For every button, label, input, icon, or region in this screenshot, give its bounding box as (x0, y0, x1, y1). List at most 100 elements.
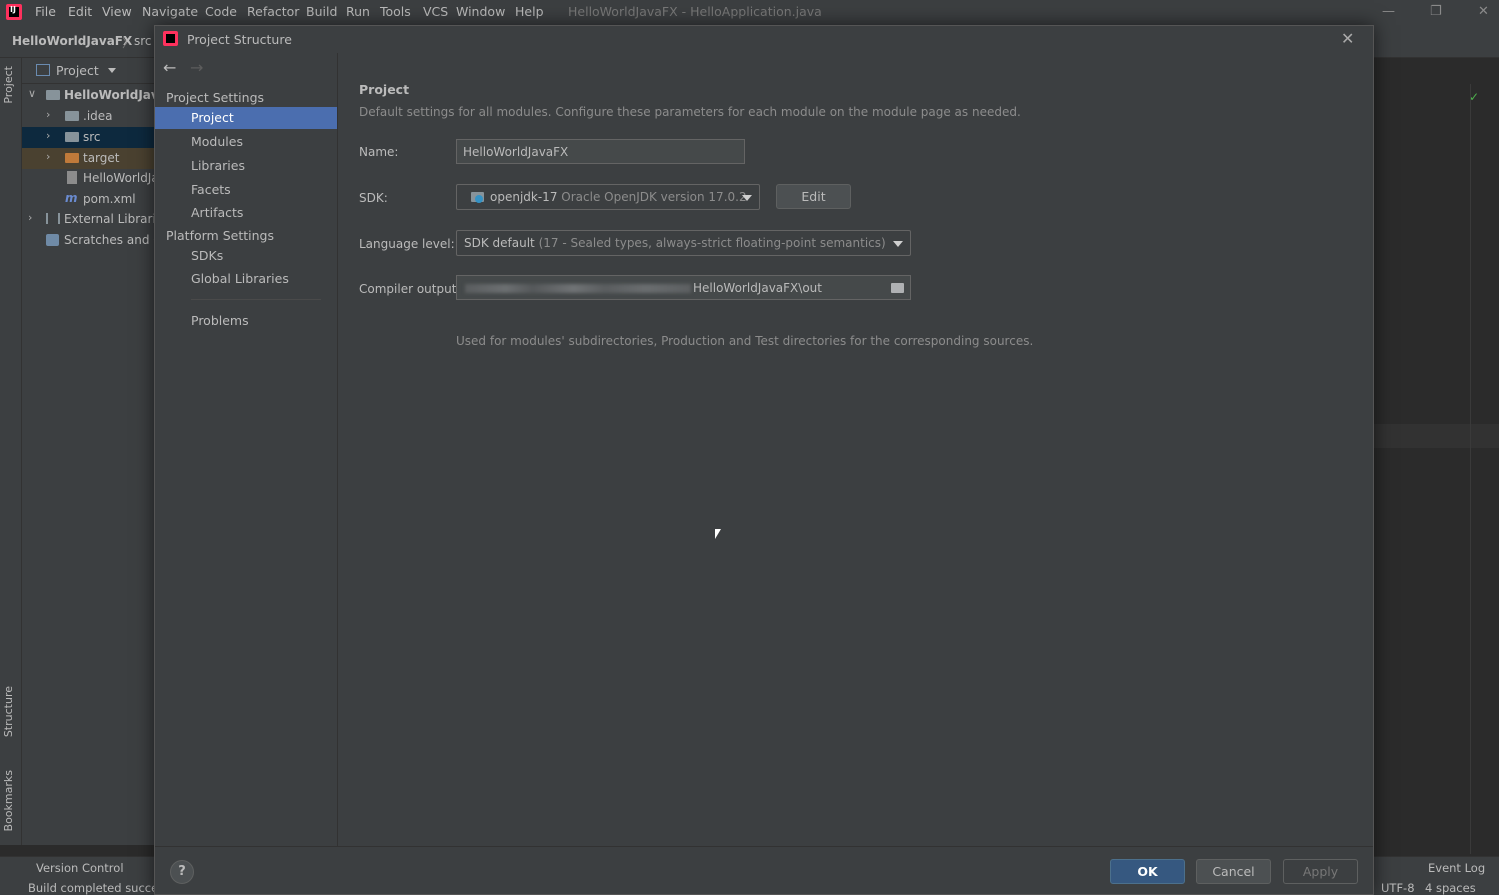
project-tool-tab[interactable]: Project (2, 66, 15, 104)
project-panel-header[interactable]: Project (22, 58, 154, 84)
folder-browse-icon[interactable] (891, 283, 904, 293)
iml-file-icon (67, 171, 77, 184)
sidebar-item-global-libraries[interactable]: Global Libraries (155, 268, 337, 290)
sidebar-item-label: Modules (191, 134, 243, 149)
sidebar-item-facets[interactable]: Facets (155, 179, 337, 201)
folder-icon (65, 132, 79, 142)
encoding-indicator[interactable]: UTF-8 (1381, 881, 1415, 895)
menu-edit[interactable]: Edit (68, 4, 92, 19)
menu-build[interactable]: Build (306, 4, 337, 19)
window-title: HelloWorldJavaFX - HelloApplication.java (568, 4, 822, 19)
minimize-button[interactable]: — (1382, 4, 1395, 19)
compiler-output-field[interactable]: HelloWorldJavaFX\out (456, 275, 911, 300)
tree-expand-icon[interactable]: › (46, 108, 50, 121)
tree-item-root[interactable]: ∨ HelloWorldJavaFX (22, 85, 154, 106)
window-close-button[interactable]: ✕ (1478, 4, 1489, 19)
ok-button[interactable]: OK (1110, 859, 1185, 884)
mouse-cursor-icon (715, 529, 721, 539)
tree-expand-icon[interactable]: › (28, 211, 32, 224)
menu-help[interactable]: Help (515, 4, 544, 19)
menu-file[interactable]: File (35, 4, 56, 19)
sidebar-item-problems[interactable]: Problems (155, 310, 337, 332)
sidebar-divider (191, 299, 321, 300)
page-title: Project (359, 82, 410, 97)
menu-tools[interactable]: Tools (380, 4, 411, 19)
cancel-button[interactable]: Cancel (1196, 859, 1271, 884)
scratches-icon (46, 234, 59, 246)
sidebar-item-label: Global Libraries (191, 271, 289, 286)
dialog-footer: ? OK Cancel Apply (155, 846, 1373, 894)
build-status-text: Build completed successfully (28, 881, 154, 895)
menu-run[interactable]: Run (346, 4, 370, 19)
platform-settings-header: Platform Settings (166, 228, 274, 243)
menu-window[interactable]: Window (456, 4, 505, 19)
tree-expand-icon[interactable]: › (46, 129, 50, 142)
language-level-value: SDK default (464, 236, 535, 250)
version-control-tab[interactable]: Version Control (36, 861, 124, 875)
sidebar-item-artifacts[interactable]: Artifacts (155, 202, 337, 224)
menu-refactor[interactable]: Refactor (247, 4, 299, 19)
dialog-titlebar[interactable]: Project Structure ✕ (155, 26, 1373, 53)
event-log-tab[interactable]: Event Log (1428, 861, 1485, 875)
tree-expand-icon[interactable]: › (46, 150, 50, 163)
dialog-content: Project Default settings for all modules… (339, 53, 1373, 846)
tree-item-external-libraries[interactable]: › External Libraries (22, 209, 154, 230)
name-label: Name: (359, 145, 399, 159)
apply-button[interactable]: Apply (1283, 859, 1358, 884)
compiler-output-label: Compiler output: (359, 282, 461, 296)
tree-item-src[interactable]: › src (22, 127, 154, 148)
project-structure-dialog: Project Structure ✕ ← → Project Settings… (154, 25, 1374, 895)
breadcrumb-src[interactable]: src (134, 34, 152, 48)
menu-navigate[interactable]: Navigate (142, 4, 198, 19)
menu-view[interactable]: View (102, 4, 132, 19)
sdk-edit-button[interactable]: Edit (776, 184, 851, 209)
tree-item-label: External Libraries (64, 212, 154, 226)
structure-tool-tab[interactable]: Structure (2, 686, 15, 737)
tree-item-label: .idea (83, 109, 113, 123)
help-button[interactable]: ? (170, 860, 194, 884)
forward-arrow-icon[interactable]: → (190, 58, 203, 77)
language-level-label: Language level: (359, 237, 455, 251)
redacted-path (465, 284, 691, 293)
bookmarks-tool-tab[interactable]: Bookmarks (2, 770, 15, 831)
sidebar-item-sdks[interactable]: SDKs (155, 245, 337, 267)
sidebar-item-libraries[interactable]: Libraries (155, 155, 337, 177)
indent-indicator[interactable]: 4 spaces (1425, 881, 1476, 895)
sidebar-item-modules[interactable]: Modules (155, 131, 337, 153)
folder-icon (65, 111, 79, 121)
project-view-label: Project (56, 63, 99, 78)
page-description: Default settings for all modules. Config… (359, 105, 1021, 119)
sidebar-item-project[interactable]: Project (155, 107, 337, 129)
project-tool-window: Project ∨ HelloWorldJavaFX › .idea › src… (22, 58, 154, 845)
tree-item-idea[interactable]: › .idea (22, 106, 154, 127)
back-arrow-icon[interactable]: ← (163, 58, 176, 77)
restore-button[interactable]: ❐ (1430, 4, 1442, 19)
module-folder-icon (46, 90, 60, 100)
breadcrumb-project[interactable]: HelloWorldJavaFX (12, 34, 132, 48)
menubar: IJ File Edit View Navigate Code Refactor… (0, 0, 1499, 24)
scrollbar-track[interactable] (1470, 84, 1471, 854)
name-field[interactable] (456, 139, 745, 164)
tree-item-iml[interactable]: HelloWorldJavaFX.iml (22, 168, 154, 189)
tree-item-pom[interactable]: m pom.xml (22, 189, 154, 210)
chevron-down-icon (893, 241, 903, 247)
caret-row-highlight (1373, 424, 1499, 448)
chevron-down-icon[interactable] (108, 68, 116, 73)
left-tool-strip: Project Structure Bookmarks (0, 58, 22, 845)
tree-item-label: src (83, 130, 101, 144)
excluded-folder-icon (65, 153, 79, 163)
intellij-logo-icon (163, 31, 178, 46)
project-view-icon (36, 64, 50, 76)
intellij-logo-icon: IJ (6, 4, 22, 20)
sdk-folder-icon (471, 192, 484, 203)
tree-expand-icon[interactable]: ∨ (28, 87, 36, 100)
tree-item-scratches[interactable]: Scratches and Consoles (22, 230, 154, 251)
tree-item-target[interactable]: › target (22, 148, 154, 169)
dialog-close-button[interactable]: ✕ (1341, 29, 1354, 48)
menu-code[interactable]: Code (205, 4, 237, 19)
language-level-dropdown[interactable]: SDK default (17 - Sealed types, always-s… (456, 230, 911, 256)
tree-item-label: HelloWorldJavaFX (64, 88, 154, 102)
sdk-dropdown[interactable]: openjdk-17 Oracle OpenJDK version 17.0.2 (456, 184, 760, 210)
project-settings-header: Project Settings (166, 90, 265, 105)
menu-vcs[interactable]: VCS (423, 4, 448, 19)
